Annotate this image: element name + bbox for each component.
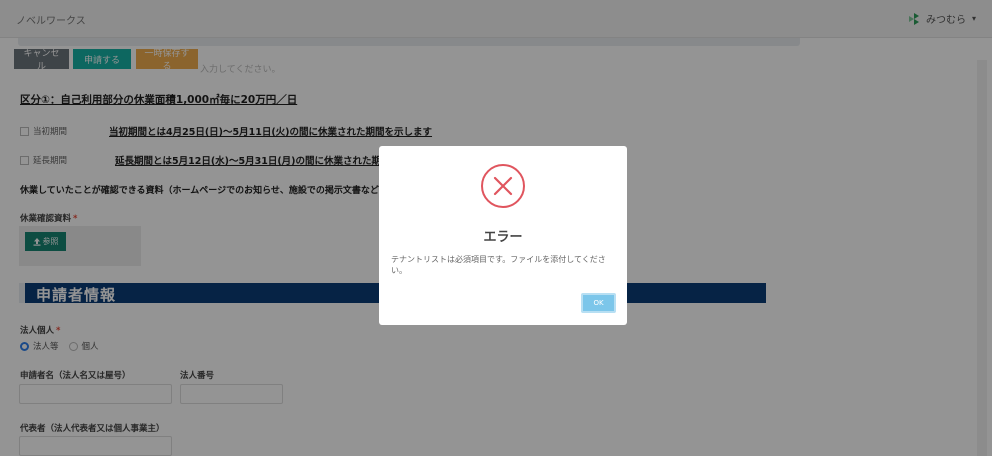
error-x-icon bbox=[481, 164, 525, 208]
ok-button[interactable]: OK bbox=[581, 293, 616, 313]
error-dialog: エラー テナントリストは必須項目です。ファイルを添付してください。 OK bbox=[379, 146, 627, 325]
dialog-message: テナントリストは必須項目です。ファイルを添付してください。 bbox=[391, 255, 606, 275]
dialog-title: エラー bbox=[483, 230, 523, 245]
